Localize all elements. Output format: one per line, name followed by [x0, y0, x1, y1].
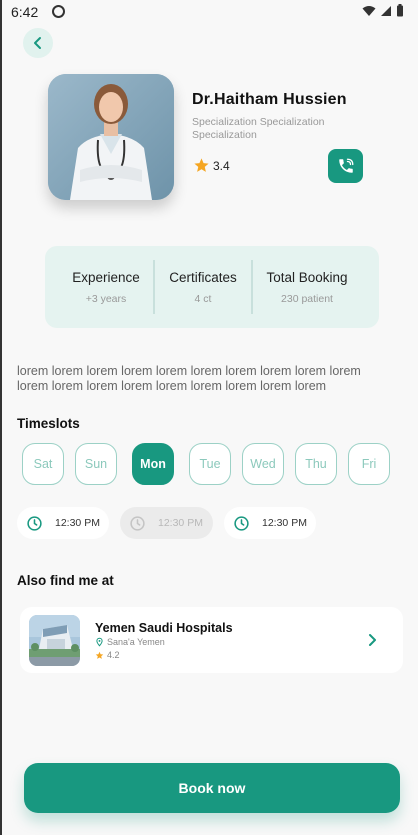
- rating-value: 3.4: [213, 158, 230, 173]
- stat-value: +3 years: [85, 293, 127, 305]
- clock-icon: [130, 515, 145, 531]
- app-notification-icon: [52, 5, 65, 18]
- hospital-card[interactable]: Yemen Saudi Hospitals Sana'a Yemen 4.2: [20, 607, 403, 673]
- about-text: lorem lorem lorem lorem lorem lorem lore…: [17, 364, 387, 394]
- doctor-rating: 3.4: [193, 157, 230, 174]
- specialization-line: Specialization Specialization: [192, 116, 325, 128]
- time-slot[interactable]: 12:30 PM: [17, 507, 109, 539]
- signal-icon: [381, 5, 391, 16]
- doctor-name: Dr.Haitham Hussien: [192, 91, 347, 108]
- specialization-line: Specialization: [192, 129, 257, 141]
- hospital-name: Yemen Saudi Hospitals: [95, 621, 233, 635]
- book-now-button[interactable]: Book now: [24, 763, 400, 813]
- day-chip-wed[interactable]: Wed: [242, 443, 284, 485]
- stat-value: 4 ct: [194, 293, 212, 305]
- day-chip-tue[interactable]: Tue: [189, 443, 231, 485]
- status-bar: 6:42: [2, 0, 418, 24]
- stat-label: Certificates: [169, 270, 237, 285]
- status-icons: [362, 4, 404, 17]
- call-button[interactable]: [328, 149, 363, 183]
- chevron-left-icon: [34, 37, 41, 49]
- star-icon: [95, 651, 104, 659]
- hospital-location-text: Sana'a Yemen: [107, 637, 165, 647]
- time-slot-label: 12:30 PM: [55, 517, 100, 529]
- hospital-image: [29, 615, 80, 666]
- chevron-right-icon[interactable]: [366, 633, 378, 647]
- star-icon: [194, 158, 209, 172]
- time-slot-label: 12:30 PM: [158, 517, 203, 529]
- time-slot[interactable]: 12:30 PM: [224, 507, 316, 539]
- about-line: lorem lorem lorem lorem lorem lorem lore…: [17, 379, 327, 393]
- doctor-photo: [48, 74, 174, 200]
- doctor-specialization: Specialization Specialization Specializa…: [192, 116, 362, 142]
- stat-value: 230 patient: [281, 293, 333, 305]
- time-slot-label: 12:30 PM: [262, 517, 307, 529]
- time-slot-disabled: 12:30 PM: [120, 507, 213, 539]
- map-pin-icon: [96, 637, 103, 647]
- day-chip-sat[interactable]: Sat: [22, 443, 64, 485]
- clock-icon: [234, 515, 249, 531]
- also-find-title: Also find me at: [17, 573, 114, 588]
- hospital-location: Sana'a Yemen: [95, 637, 165, 647]
- stat-label: Experience: [72, 270, 140, 285]
- stat-total-booking: Total Booking 230 patient: [253, 246, 361, 328]
- phone-call-icon: [338, 158, 353, 173]
- hospital-rating-value: 4.2: [107, 650, 120, 660]
- wifi-icon: [362, 5, 376, 16]
- clock-icon: [27, 515, 42, 531]
- about-line: lorem lorem lorem lorem lorem lorem lore…: [17, 364, 361, 378]
- day-chip-sun[interactable]: Sun: [75, 443, 117, 485]
- day-chip-mon[interactable]: Mon: [132, 443, 174, 485]
- back-button[interactable]: [23, 28, 53, 58]
- timeslots-title: Timeslots: [17, 416, 80, 431]
- stat-experience: Experience +3 years: [59, 246, 153, 328]
- stat-certificates: Certificates 4 ct: [155, 246, 251, 328]
- status-time: 6:42: [11, 4, 39, 20]
- hospital-rating: 4.2: [95, 650, 120, 660]
- day-chip-fri[interactable]: Fri: [348, 443, 390, 485]
- stats-card: Experience +3 years Certificates 4 ct To…: [45, 246, 379, 328]
- stat-label: Total Booking: [266, 270, 348, 285]
- day-chip-thu[interactable]: Thu: [295, 443, 337, 485]
- battery-icon: [397, 4, 403, 17]
- frame-edge: [0, 0, 2, 835]
